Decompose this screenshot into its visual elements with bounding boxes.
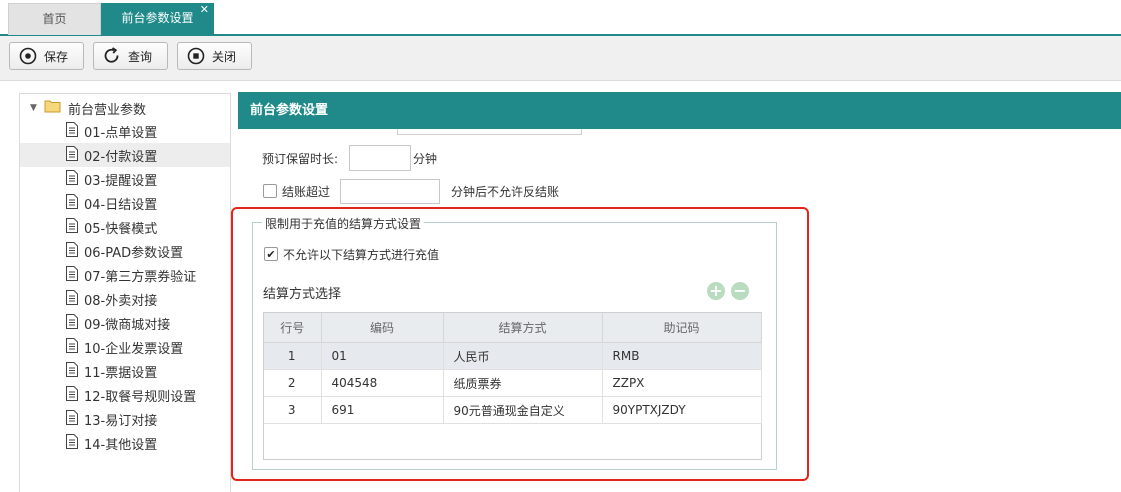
tree-root[interactable]: ▼ 前台营业参数	[30, 99, 147, 118]
tree-item-label: 06-PAD参数设置	[84, 245, 184, 261]
tree-item[interactable]: 11-票据设置	[20, 359, 230, 383]
tree-item[interactable]: 13-易订对接	[20, 407, 230, 431]
close-circle-icon	[186, 46, 206, 66]
checkout-label: 结账超过	[282, 185, 331, 199]
save-button[interactable]: 保存	[9, 42, 84, 70]
document-icon	[66, 385, 78, 405]
query-button[interactable]: 查询	[93, 42, 168, 70]
dropdown-edge	[397, 129, 582, 135]
document-icon	[66, 217, 78, 237]
tree-item[interactable]: 08-外卖对接	[20, 287, 230, 311]
document-icon	[66, 145, 78, 165]
document-icon	[66, 193, 78, 213]
tab-frontdesk-settings[interactable]: 前台参数设置 ✕	[101, 3, 214, 34]
document-icon	[66, 361, 78, 381]
query-label: 查询	[128, 49, 153, 64]
panel-title: 前台参数设置	[250, 103, 329, 118]
tab-home[interactable]: 首页	[8, 3, 101, 35]
folder-icon	[44, 99, 62, 117]
highlight-box	[231, 207, 809, 481]
checkout-minutes-input[interactable]	[340, 179, 440, 204]
settings-tree: ▼ 前台营业参数 01-点单设置 02-付款设置 03-提醒设置 04-日结设置 05-…	[19, 93, 231, 492]
tree-item[interactable]: 05-快餐模式	[20, 215, 230, 239]
tree-item[interactable]: 07-第三方票券验证	[20, 263, 230, 287]
tree-item-label: 11-票据设置	[84, 365, 158, 381]
tree-item[interactable]: 02-付款设置	[20, 143, 230, 167]
checkout-suffix: 分钟后不允许反结账	[451, 185, 560, 199]
save-icon	[18, 46, 38, 66]
tree-item[interactable]: 09-微商城对接	[20, 311, 230, 335]
close-label: 关闭	[212, 49, 237, 64]
tree-item-label: 07-第三方票券验证	[84, 269, 197, 285]
close-button[interactable]: 关闭	[177, 42, 252, 70]
tree-item[interactable]: 03-提醒设置	[20, 167, 230, 191]
refresh-icon	[102, 46, 122, 66]
tree-root-label: 前台营业参数	[68, 102, 147, 118]
panel-header: 前台参数设置	[238, 92, 1121, 129]
tree-item-label: 13-易订对接	[84, 413, 158, 429]
reserve-label: 预订保留时长:	[262, 152, 339, 166]
document-icon	[66, 121, 78, 141]
tree-item[interactable]: 04-日结设置	[20, 191, 230, 215]
tree-item-label: 12-取餐号规则设置	[84, 389, 197, 405]
tree-item-label: 03-提醒设置	[84, 173, 158, 189]
close-icon[interactable]: ✕	[200, 0, 209, 25]
document-icon	[66, 265, 78, 285]
collapse-arrow-icon[interactable]: ▼	[30, 103, 44, 113]
tree-item-label: 09-微商城对接	[84, 317, 171, 333]
tree-item[interactable]: 14-其他设置	[20, 431, 230, 455]
checkout-limit-checkbox[interactable]	[263, 184, 277, 198]
tree-item[interactable]: 12-取餐号规则设置	[20, 383, 230, 407]
tree-item[interactable]: 10-企业发票设置	[20, 335, 230, 359]
tree-item-label: 04-日结设置	[84, 197, 158, 213]
document-icon	[66, 433, 78, 453]
reserve-unit: 分钟	[413, 152, 438, 166]
tab-label: 前台参数设置	[121, 11, 194, 25]
tree-item[interactable]: 06-PAD参数设置	[20, 239, 230, 263]
tab-bar: 首页 前台参数设置 ✕	[0, 0, 1121, 36]
document-icon	[66, 409, 78, 429]
tree-item-label: 14-其他设置	[84, 437, 158, 453]
tree-item[interactable]: 01-点单设置	[20, 119, 230, 143]
tree-item-label: 01-点单设置	[84, 125, 158, 141]
document-icon	[66, 169, 78, 189]
document-icon	[66, 313, 78, 333]
tree-item-label: 10-企业发票设置	[84, 341, 184, 357]
tree-item-label: 05-快餐模式	[84, 221, 158, 237]
reserve-duration-input[interactable]	[349, 145, 411, 171]
document-icon	[66, 337, 78, 357]
tree-item-label: 08-外卖对接	[84, 293, 158, 309]
save-label: 保存	[44, 49, 69, 64]
tree-item-label: 02-付款设置	[84, 149, 158, 165]
document-icon	[66, 241, 78, 261]
document-icon	[66, 289, 78, 309]
toolbar: 保存 查询 关闭	[0, 36, 1121, 81]
